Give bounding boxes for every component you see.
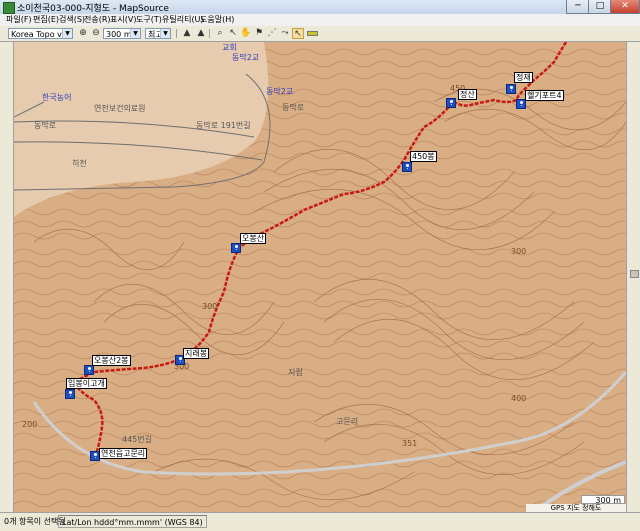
chevron-down-icon: ▼	[160, 29, 170, 38]
select-tool-button[interactable]: ↖	[227, 28, 239, 39]
right-panel-edge[interactable]	[626, 42, 640, 512]
waypoint-label: 지래봉	[183, 348, 210, 359]
gps-send-icon: ▲	[197, 28, 205, 38]
pointer-icon: ↖	[294, 29, 302, 39]
waypoint-label: 정산	[458, 89, 477, 100]
pan-tool-button[interactable]: ✋	[240, 28, 252, 39]
minimize-button[interactable]: ─	[566, 0, 590, 14]
map-label: 동막로	[282, 103, 305, 112]
contour-label: 200	[22, 420, 38, 429]
receive-from-device-button[interactable]: ▲	[181, 28, 193, 39]
place-label: 고문리	[336, 417, 359, 426]
menu-search[interactable]: 검색(S)	[59, 14, 85, 26]
zoom-in-button[interactable]: ⊕	[77, 28, 89, 39]
contour-label: 300	[511, 247, 527, 256]
map-label: 연천보건의료원	[94, 104, 146, 113]
waypoint-marker[interactable]	[84, 365, 94, 375]
chevron-down-icon: ▼	[130, 29, 140, 38]
arrow-cursor-icon: ↖	[229, 28, 237, 38]
waypoint-label: 정재	[514, 72, 533, 83]
map-label: 동막2교	[266, 87, 294, 96]
send-to-device-button[interactable]: ▲	[195, 28, 207, 39]
menu-help[interactable]: 도움말(H)	[200, 14, 234, 26]
selection-status: 0개 항목이 선택됨	[4, 517, 66, 526]
waypoint-label: 연천읍고문리	[99, 448, 148, 459]
contour-label: 351	[402, 439, 418, 448]
map-product-select[interactable]: Korea Topo v1 ▼	[8, 28, 73, 39]
waypoint-marker[interactable]	[231, 243, 241, 253]
zoom-scale-value: 300 m	[106, 30, 132, 39]
zoom-scale-select[interactable]: 300 m ▼	[103, 28, 141, 39]
menu-tools[interactable]: 도구(T)	[136, 14, 162, 26]
zoom-out-button[interactable]: ⊖	[90, 28, 102, 39]
toolbar: Korea Topo v1 ▼ ⊕ ⊖ 300 m ▼ 최고 ▼ ▲ ▲ ⌕ ↖…	[0, 26, 640, 42]
route-tool-button[interactable]: ⋰	[266, 28, 278, 39]
map-label: 동막로 191번길	[196, 121, 251, 130]
left-panel-edge[interactable]	[0, 42, 14, 512]
chevron-down-icon: ▼	[62, 29, 72, 38]
waypoint-marker[interactable]	[446, 98, 456, 108]
coordinate-format: Lat/Lon hddd°mm.mmm' (WGS 84)	[58, 515, 207, 528]
hand-icon: ✋	[240, 28, 252, 38]
menu-utility[interactable]: 유틸리티(U)	[162, 14, 204, 26]
map-product-value: Korea Topo v1	[11, 30, 67, 39]
contour-label: 300	[202, 302, 218, 311]
route-icon: ⋰	[267, 28, 277, 38]
menu-edit[interactable]: 편집(E)	[33, 14, 59, 26]
menu-view[interactable]: 표시(V)	[110, 14, 136, 26]
waypoint-label: 헬기포트4	[525, 90, 564, 101]
map-scale: 300 m	[581, 495, 625, 505]
map-credit: GPS 지도 정해도	[526, 504, 626, 512]
app-icon	[3, 2, 15, 14]
waypoint-label: 오봉산	[240, 233, 267, 244]
map-frame: 연천보건의료원 동막로 동막로 191번길 동막2교 한국농어 동막로 히천 교…	[0, 42, 640, 512]
waypoint-label: 입봉이고개	[66, 378, 107, 389]
toolbar-separator	[176, 29, 177, 38]
zoom-in-icon: ⊕	[79, 28, 87, 38]
map-label: 동막로	[34, 121, 57, 130]
waypoint-marker[interactable]	[65, 389, 75, 399]
magnifier-icon: ⌕	[217, 28, 223, 38]
menu-file[interactable]: 파일(F)	[6, 14, 32, 26]
waypoint-marker[interactable]	[402, 162, 412, 172]
track-tool-button[interactable]: ⤳	[279, 28, 291, 39]
zoom-out-icon: ⊖	[92, 28, 100, 38]
map-label: 히천	[72, 159, 87, 168]
waypoint-label: 오봉산2봉	[92, 355, 131, 366]
maximize-button[interactable]: □	[588, 0, 612, 14]
detail-level-select[interactable]: 최고 ▼	[145, 28, 171, 39]
waypoint-label: 450봉	[410, 151, 437, 162]
measure-tool-button[interactable]	[306, 28, 318, 39]
gps-receive-icon: ▲	[183, 28, 191, 38]
window-title: 소이천국03-000-지형도 - MapSource	[17, 4, 169, 14]
track-icon: ⤳	[281, 28, 289, 38]
selection-tool-button[interactable]: ↖	[292, 28, 304, 39]
waypoint-tool-button[interactable]: ⚑	[253, 28, 265, 39]
contour-label: 400	[511, 394, 527, 403]
ruler-icon	[306, 31, 318, 36]
map-canvas[interactable]: 연천보건의료원 동막로 동막로 191번길 동막2교 한국농어 동막로 히천 교…	[14, 42, 626, 512]
toolbar-separator	[209, 29, 210, 38]
waypoint-marker[interactable]	[506, 84, 516, 94]
title-bar: 소이천국03-000-지형도 - MapSource ─ □ ✕	[0, 0, 640, 15]
map-label: 한국농어	[42, 93, 72, 102]
splitter-handle[interactable]	[630, 270, 639, 278]
road-label: 445번길	[122, 435, 152, 444]
close-button[interactable]: ✕	[610, 0, 640, 14]
flag-icon: ⚑	[254, 28, 264, 38]
status-bar: 0개 항목이 선택됨 Lat/Lon hddd°mm.mmm' (WGS 84)	[0, 512, 640, 531]
menu-transfer[interactable]: 전송(R)	[84, 14, 111, 26]
menu-bar: 파일(F) 편집(E) 검색(S) 전송(R) 표시(V) 도구(T) 유틸리티…	[0, 14, 640, 26]
zoom-tool-button[interactable]: ⌕	[214, 28, 226, 39]
poi-label: 동막2교	[232, 53, 260, 62]
place-label: 지점	[288, 368, 303, 377]
